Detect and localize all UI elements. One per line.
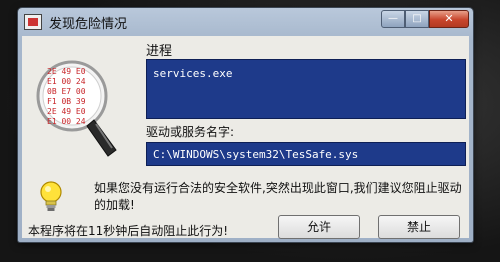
close-button[interactable]: ✕ [429,10,469,28]
title-bar[interactable]: 发现危险情况 — □ ✕ [18,8,473,36]
dialog-body: 2E 49 E0 E1 00 24 0B E7 00 F1 0B 39 2E 49 E0… [22,36,469,239]
allow-button[interactable]: 允许 [278,215,360,239]
hex-line: E1 00 24 [47,117,86,126]
process-value: services.exe [153,67,233,80]
hex-line: F1 0B 39 [47,97,86,106]
alert-dialog: 发现危险情况 — □ ✕ 2E 49 E0 E1 00 24 0B E7 00 F1 … [18,8,473,242]
service-path-value: C:\WINDOWS\system32\TesSafe.sys [153,148,359,161]
hex-line: 2E 49 E0 [47,107,86,116]
hex-line: E1 00 24 [47,77,86,86]
process-label: 进程 [146,44,173,59]
block-button[interactable]: 禁止 [378,215,460,239]
process-field: services.exe [146,59,466,119]
minimize-button[interactable]: — [381,10,405,28]
maximize-button[interactable]: □ [405,10,429,28]
hex-line: 2E 49 E0 [47,67,86,76]
magnifier-hex-icon: 2E 49 E0E1 00 240B E7 00F1 0B 392E 49 E0… [36,60,117,157]
service-label: 驱动或服务名字: [146,125,235,139]
window-title: 发现危险情况 [49,16,128,32]
lightbulb-icon [40,181,62,211]
countdown-text: 本程序将在11秒钟后自动阻止此行为! [28,224,229,238]
warning-message: 如果您没有运行合法的安全软件,突然出现此窗口,我们建议您阻止驱动的加载! [94,181,462,212]
app-icon [24,14,42,30]
service-path-field: C:\WINDOWS\system32\TesSafe.sys [146,142,466,166]
caption-buttons: — □ ✕ [381,10,469,28]
hex-line: 0B E7 00 [47,87,86,96]
